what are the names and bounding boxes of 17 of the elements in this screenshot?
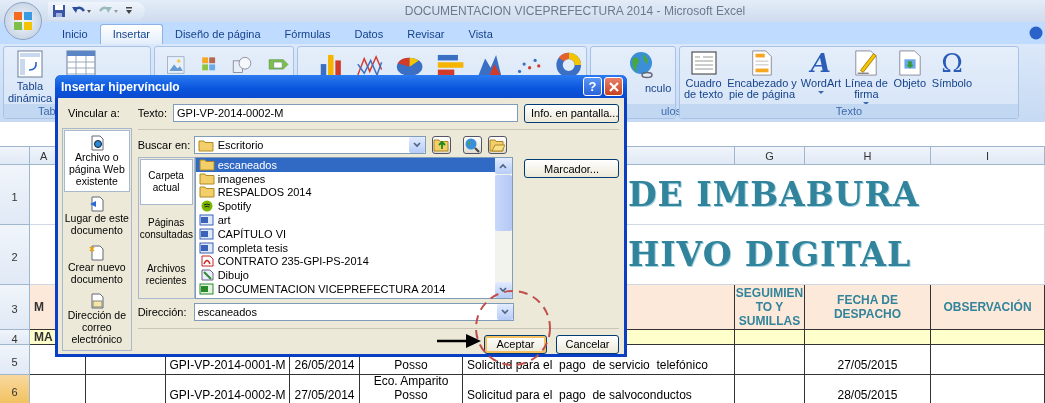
table-cell: GPI-VP-2014-0002-M	[166, 375, 290, 403]
window-title: DOCUMENTACION VICEPREFECTURA 2014 - Microsoft Excel	[403, 4, 747, 18]
table-cell: FECHA DE DESPACHO	[805, 285, 931, 330]
wordart-icon: A	[810, 50, 831, 76]
address-label: Dirección:	[137, 306, 188, 318]
table-cell: 27/05/2014	[290, 375, 360, 403]
table-cell: SEGUIMIEN TO Y SUMILLAS	[735, 285, 805, 330]
table-cell: 27/05/2015	[805, 345, 931, 375]
table-cell: Eco. Amparito Posso	[360, 375, 463, 403]
look-in-label: Buscar en:	[137, 139, 188, 151]
group-label: Texto	[680, 104, 1018, 118]
table-cell: OBSERVACIÓN	[931, 285, 1045, 330]
dialog-title: Insertar hipervínculo	[61, 79, 181, 94]
link-to-label: Vincular a:	[67, 106, 121, 121]
symbol-icon: Ω	[941, 50, 963, 76]
table-cell: 28/05/2015	[805, 375, 931, 403]
table-cell: Solicitud para el pago de salvoconductos	[463, 375, 735, 403]
